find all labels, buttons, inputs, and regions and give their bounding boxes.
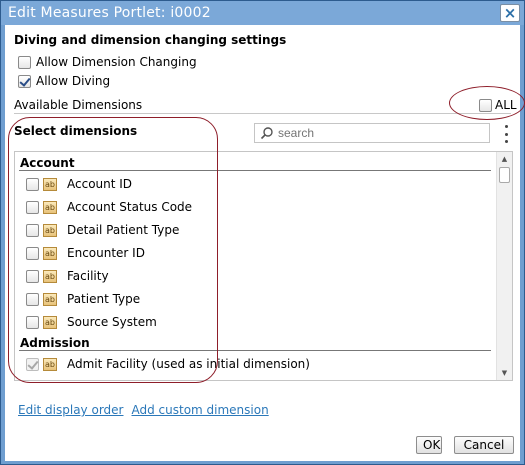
scroll-down-arrow-icon[interactable]: ▼ [497, 366, 512, 380]
item-checkbox[interactable] [26, 292, 39, 306]
item-checkbox[interactable] [26, 200, 39, 214]
item-label: Detail Patient Type [67, 223, 180, 237]
search-icon [260, 127, 273, 140]
item-label: Admit Facility (used as initial dimensio… [67, 357, 310, 371]
list-item[interactable]: ab Detail Patient Type [26, 221, 179, 239]
available-dimensions-label: Available Dimensions [14, 98, 143, 112]
group-divider [19, 350, 491, 351]
item-checkbox[interactable] [26, 177, 39, 191]
dialog-title: Edit Measures Portlet: i0002 [8, 5, 211, 21]
item-label: Account Status Code [67, 200, 193, 214]
ok-button[interactable]: OK [416, 436, 442, 454]
item-checkbox[interactable] [26, 269, 39, 283]
add-custom-dimension-link[interactable]: Add custom dimension [131, 403, 268, 417]
list-item[interactable]: ab Account Status Code [26, 198, 192, 216]
item-label: Patient Type [67, 292, 141, 306]
list-item[interactable]: ab Source System [26, 313, 157, 331]
text-dimension-icon: ab [43, 177, 57, 191]
search-input[interactable] [278, 126, 478, 140]
dialog-body: Diving and dimension changing settings A… [5, 25, 525, 461]
select-all-label: ALL [495, 98, 517, 112]
text-dimension-icon: ab [43, 292, 57, 306]
group-header-account: Account [20, 156, 75, 170]
allow-diving-label: Allow Diving [36, 74, 111, 88]
item-checkbox[interactable] [26, 357, 39, 371]
footer-links: Edit display order Add custom dimension [18, 403, 269, 417]
edit-measures-dialog: Edit Measures Portlet: i0002 × Diving an… [0, 0, 525, 465]
group-divider [19, 170, 491, 171]
item-checkbox[interactable] [26, 223, 39, 237]
list-scrollbar[interactable]: ▲ ▼ [496, 152, 512, 380]
item-checkbox[interactable] [26, 381, 39, 382]
list-item-partial[interactable] [26, 378, 67, 382]
edit-display-order-link[interactable]: Edit display order [18, 403, 123, 417]
close-icon: × [503, 3, 517, 22]
close-button[interactable]: × [500, 4, 520, 22]
text-dimension-icon [43, 381, 57, 382]
list-item[interactable]: ab Admit Facility (used as initial dimen… [26, 355, 310, 373]
allow-diving-checkbox[interactable] [18, 74, 31, 88]
dimension-list[interactable]: Account ab Account ID ab Account Status … [14, 151, 513, 381]
allow-dimension-changing-checkbox[interactable] [18, 55, 31, 69]
allow-diving-option[interactable]: Allow Diving [18, 74, 110, 88]
cancel-button[interactable]: Cancel [454, 436, 514, 454]
group-header-admission: Admission [20, 336, 90, 350]
settings-heading: Diving and dimension changing settings [14, 33, 287, 47]
list-item[interactable]: ab Facility [26, 267, 109, 285]
item-checkbox[interactable] [26, 246, 39, 260]
title-bar[interactable]: Edit Measures Portlet: i0002 × [1, 1, 524, 25]
divider [14, 113, 511, 114]
search-field[interactable] [254, 123, 490, 143]
text-dimension-icon: ab [43, 269, 57, 283]
select-dimensions-heading: Select dimensions [14, 124, 138, 138]
item-label: Account ID [67, 177, 133, 191]
text-dimension-icon: ab [43, 246, 57, 260]
list-item[interactable]: ab Patient Type [26, 290, 140, 308]
scroll-up-arrow-icon[interactable]: ▲ [497, 152, 512, 166]
item-checkbox[interactable] [26, 315, 39, 329]
allow-dimension-changing-option[interactable]: Allow Dimension Changing [18, 55, 197, 69]
item-label: Encounter ID [67, 246, 145, 260]
text-dimension-icon: ab [43, 223, 57, 237]
text-dimension-icon: ab [43, 315, 57, 329]
select-all-checkbox[interactable] [479, 98, 492, 112]
text-dimension-icon: ab [43, 357, 57, 371]
allow-dimension-changing-label: Allow Dimension Changing [36, 55, 197, 69]
list-item[interactable]: ab Encounter ID [26, 244, 145, 262]
vertical-ellipsis-icon[interactable] [502, 125, 510, 143]
select-all-option[interactable]: ALL [479, 98, 517, 112]
scroll-thumb[interactable] [499, 167, 510, 183]
text-dimension-icon: ab [43, 200, 57, 214]
item-label: Source System [67, 315, 157, 329]
list-item[interactable]: ab Account ID [26, 175, 132, 193]
item-label: Facility [67, 269, 109, 283]
